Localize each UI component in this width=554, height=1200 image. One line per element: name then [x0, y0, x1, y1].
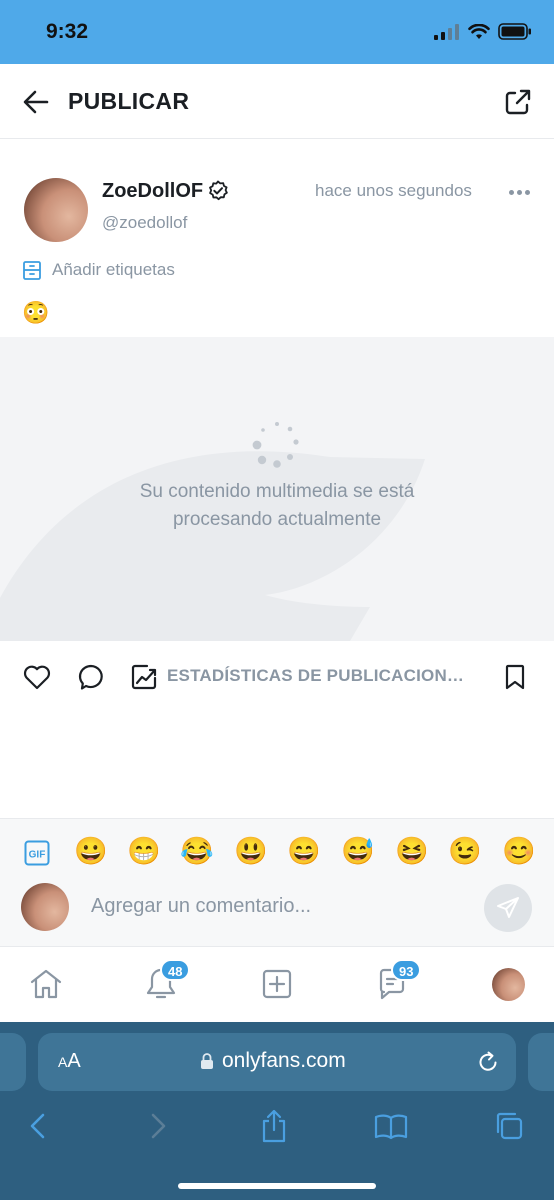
emoji-button[interactable]: 😊 [502, 834, 536, 868]
emoji-button[interactable]: 😀 [74, 834, 108, 868]
share-button[interactable] [502, 86, 534, 118]
previous-tab[interactable] [0, 1033, 26, 1091]
home-indicator [178, 1183, 376, 1189]
lock-icon [201, 1053, 213, 1069]
emoji-button[interactable]: 😁 [127, 834, 161, 868]
verified-icon [209, 180, 228, 201]
status-time: 9:32 [46, 20, 89, 43]
more-icon [508, 189, 514, 195]
comment-icon [78, 664, 103, 690]
next-tab[interactable] [528, 1033, 554, 1091]
plus-square-icon [262, 969, 292, 999]
notifications-badge: 48 [160, 959, 191, 981]
reload-button[interactable] [474, 1048, 502, 1076]
comment-button[interactable] [76, 662, 106, 692]
home-icon [30, 969, 62, 999]
back-button[interactable] [20, 86, 52, 118]
stats-label[interactable]: ESTADÍSTICAS DE PUBLICACION… [167, 666, 464, 686]
reader-options-button[interactable]: AA [58, 1050, 81, 1073]
more-options-button[interactable] [505, 182, 533, 202]
processing-message: Su contenido multimedia se está procesan… [139, 481, 415, 530]
emoji-button[interactable]: 😆 [395, 834, 429, 868]
page-header: PUBLICAR [0, 64, 554, 139]
add-tags-label: Añadir etiquetas [52, 260, 175, 279]
browser-forward-button[interactable] [140, 1108, 176, 1144]
send-icon [497, 897, 519, 918]
like-button[interactable] [22, 662, 52, 692]
browser-bookmarks-button[interactable] [373, 1108, 409, 1144]
emoji-button[interactable]: 😂 [180, 834, 214, 868]
emoji-button[interactable]: 😉 [448, 834, 482, 868]
spinner-icon [252, 422, 299, 468]
commenter-avatar [21, 883, 69, 931]
tag-icon [23, 261, 41, 280]
url-text: onlyfans.com [222, 1049, 346, 1072]
safari-forward-icon [151, 1113, 166, 1139]
author-handle[interactable]: @zoedollof [102, 213, 187, 233]
stats-button[interactable] [130, 662, 160, 692]
emoji-button[interactable]: 😃 [234, 834, 268, 868]
post-timestamp: hace unos segundos [315, 181, 472, 200]
signal-icon [434, 23, 459, 40]
back-arrow-icon [23, 90, 49, 114]
author-name[interactable]: ZoeDollOF [102, 180, 203, 203]
browser-tabs-button[interactable] [491, 1108, 527, 1144]
reload-icon [479, 1051, 497, 1071]
post-text: 😳 [22, 300, 50, 325]
gif-icon[interactable]: GIF [24, 840, 50, 866]
emoji-button[interactable]: 😄 [287, 834, 321, 868]
status-bar: 9:32 [0, 0, 554, 64]
bookmarks-icon [374, 1114, 408, 1140]
battery-icon [498, 23, 531, 40]
tabs-icon [496, 1112, 523, 1140]
share-icon [505, 89, 531, 115]
send-comment-button[interactable] [484, 884, 532, 932]
nav-profile-avatar[interactable] [492, 968, 525, 1001]
wifi-icon [468, 23, 490, 39]
comment-input[interactable] [80, 884, 470, 928]
stats-icon [131, 664, 157, 690]
safari-back-icon [30, 1113, 45, 1139]
author-avatar[interactable] [24, 178, 88, 242]
bookmark-icon [505, 664, 525, 690]
heart-icon [23, 665, 51, 690]
status-icons [434, 23, 532, 40]
add-tags-button[interactable]: Añadir etiquetas [22, 258, 175, 282]
messages-badge: 93 [391, 959, 422, 981]
nav-home[interactable] [26, 962, 66, 1006]
nav-new-post[interactable] [257, 962, 297, 1006]
emoji-button[interactable]: 😅 [341, 834, 375, 868]
safari-share-icon [262, 1109, 286, 1143]
svg-text:GIF: GIF [29, 850, 46, 861]
page-title: PUBLICAR [68, 88, 190, 114]
browser-share-button[interactable] [256, 1108, 292, 1144]
bookmark-button[interactable] [500, 662, 530, 692]
url-display[interactable]: onlyfans.com [200, 1049, 346, 1073]
browser-back-button[interactable] [20, 1108, 56, 1144]
